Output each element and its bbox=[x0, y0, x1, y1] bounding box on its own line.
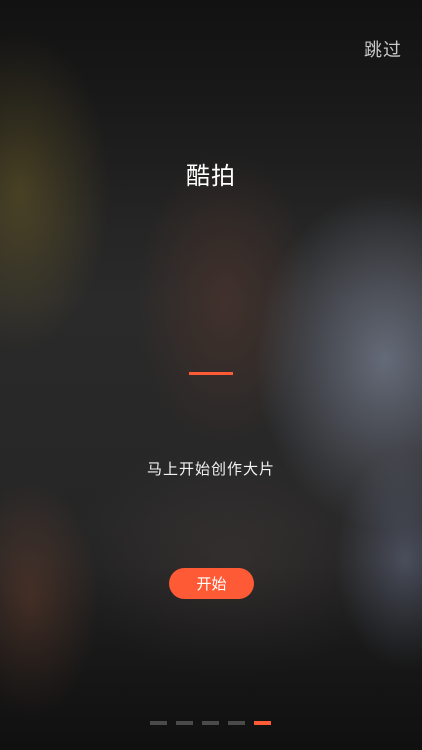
app-title: 酷拍 bbox=[186, 162, 236, 190]
page-indicator bbox=[150, 721, 271, 725]
start-button[interactable]: 开始 bbox=[169, 568, 254, 599]
page-dot-5[interactable] bbox=[254, 721, 271, 725]
page-dot-4[interactable] bbox=[228, 721, 245, 725]
page-dot-1[interactable] bbox=[150, 721, 167, 725]
page-dot-2[interactable] bbox=[176, 721, 193, 725]
blurred-photo-background bbox=[0, 0, 422, 750]
skip-button[interactable]: 跳过 bbox=[364, 36, 402, 62]
intro-subtitle: 马上开始创作大片 bbox=[146, 460, 275, 478]
accent-divider bbox=[189, 372, 233, 375]
page-dot-3[interactable] bbox=[202, 721, 219, 725]
onboarding-screen: 跳过 酷拍 马上开始创作大片 开始 bbox=[0, 0, 422, 750]
